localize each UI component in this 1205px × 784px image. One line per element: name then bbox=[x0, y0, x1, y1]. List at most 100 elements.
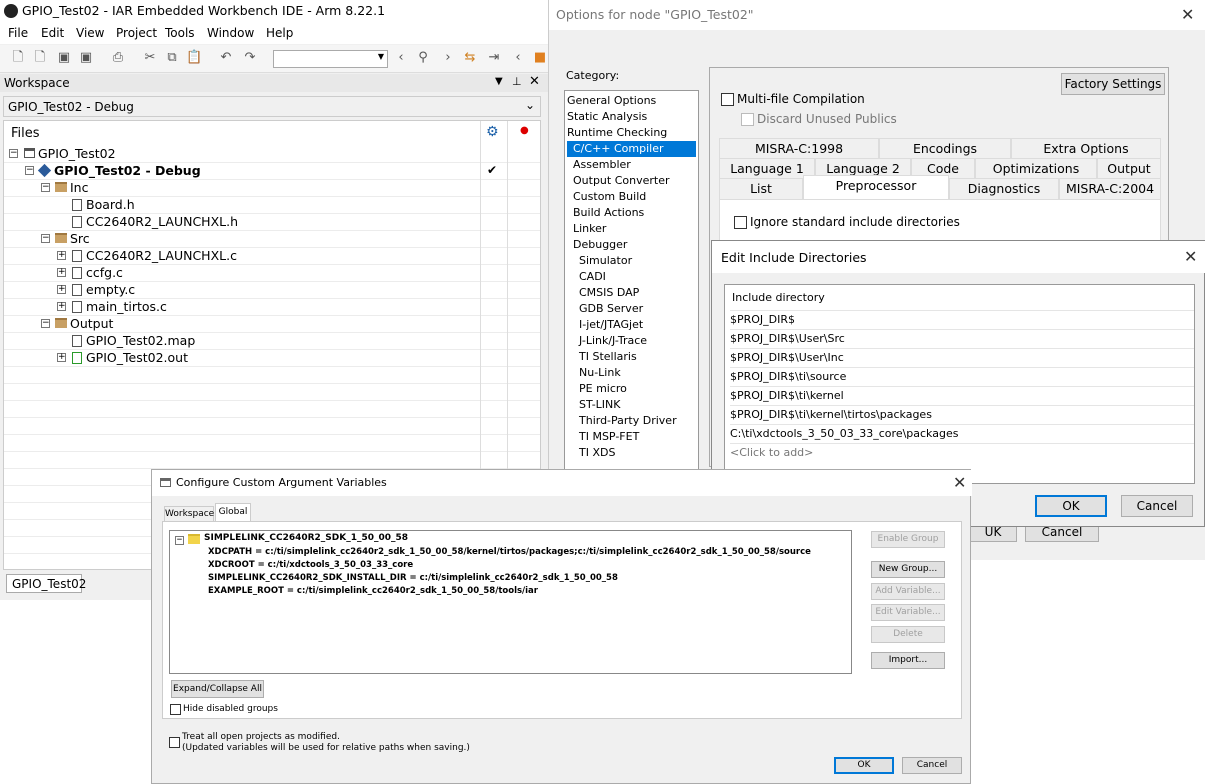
replace-icon[interactable]: ⇆ bbox=[462, 50, 478, 66]
category-item[interactable]: TI Stellaris bbox=[579, 349, 637, 365]
menu-file[interactable]: File bbox=[8, 26, 28, 40]
collapse-icon[interactable]: − bbox=[175, 536, 184, 545]
tree-row-board-h[interactable]: Board.h bbox=[4, 196, 540, 213]
copy-icon[interactable]: ⧉ bbox=[164, 50, 180, 66]
category-item[interactable]: Assembler bbox=[573, 157, 631, 173]
include-row[interactable]: $PROJ_DIR$\ti\kernel bbox=[730, 386, 1194, 405]
paste-icon[interactable]: 📋 bbox=[186, 50, 202, 66]
tab-language-1[interactable]: Language 1 bbox=[719, 158, 815, 180]
bookmark-icon[interactable]: ■ bbox=[532, 50, 548, 66]
menu-help[interactable]: Help bbox=[266, 26, 293, 40]
tree-row-output[interactable]: − Output bbox=[4, 315, 540, 332]
include-cancel-button[interactable]: Cancel bbox=[1121, 495, 1193, 517]
args-cancel-button[interactable]: Cancel bbox=[902, 757, 962, 774]
category-item[interactable]: Linker bbox=[573, 221, 606, 237]
category-item[interactable]: CADI bbox=[579, 269, 606, 285]
tree-row-inc[interactable]: − Inc bbox=[4, 179, 540, 196]
tree-row-project[interactable]: − GPIO_Test02 - Debug ✔ bbox=[4, 162, 540, 179]
treat-all-checkbox[interactable] bbox=[169, 737, 180, 748]
new-group-button[interactable]: New Group... bbox=[871, 561, 945, 578]
expand-icon[interactable]: + bbox=[57, 251, 66, 260]
settings-icon[interactable]: ⚙ bbox=[486, 124, 499, 140]
args-ok-button[interactable]: OK bbox=[834, 757, 894, 774]
variable-example-root[interactable]: EXAMPLE_ROOT = c:/ti/simplelink_cc2640r2… bbox=[208, 586, 538, 596]
category-item[interactable]: C/C++ Compiler bbox=[567, 141, 696, 157]
category-item[interactable]: Build Actions bbox=[573, 205, 644, 221]
category-item[interactable]: ST-LINK bbox=[579, 397, 620, 413]
collapse-icon[interactable]: − bbox=[9, 149, 18, 158]
import-button[interactable]: Import... bbox=[871, 652, 945, 669]
expand-icon[interactable]: + bbox=[57, 302, 66, 311]
tab-optimizations[interactable]: Optimizations bbox=[975, 158, 1097, 180]
tree-row-main-tirtos-c[interactable]: + main_tirtos.c bbox=[4, 298, 540, 315]
tab-extra-options[interactable]: Extra Options bbox=[1011, 138, 1161, 160]
close-icon[interactable]: ✕ bbox=[1184, 249, 1197, 265]
include-row[interactable]: $PROJ_DIR$ bbox=[730, 310, 1194, 329]
include-row[interactable]: C:\ti\xdctools_3_50_03_33_core\packages bbox=[730, 424, 1194, 443]
new-file-icon[interactable]: 🗋 bbox=[10, 50, 26, 66]
goto-icon[interactable]: ⇥ bbox=[486, 50, 502, 66]
nav-back-icon[interactable]: ‹ bbox=[510, 50, 526, 66]
edit-variable-button[interactable]: Edit Variable... bbox=[871, 604, 945, 621]
category-item[interactable]: Custom Build bbox=[573, 189, 646, 205]
tab-workspace[interactable]: Workspace bbox=[164, 506, 214, 522]
workspace-bottom-tab[interactable]: GPIO_Test02 bbox=[6, 574, 86, 593]
pin-icon[interactable]: ⊥ bbox=[512, 75, 522, 88]
expand-icon[interactable]: + bbox=[57, 353, 66, 362]
menu-view[interactable]: View bbox=[76, 26, 104, 40]
variable-xdcpath[interactable]: XDCPATH = c:/ti/simplelink_cc2640r2_sdk_… bbox=[208, 547, 811, 557]
tree-row-workspace[interactable]: − GPIO_Test02 bbox=[4, 145, 540, 162]
close-icon[interactable]: ✕ bbox=[953, 475, 966, 491]
include-ok-button[interactable]: OK bbox=[1035, 495, 1107, 517]
save-icon[interactable]: ▣ bbox=[56, 50, 72, 66]
tab-encodings[interactable]: Encodings bbox=[879, 138, 1011, 160]
ignore-std-checkbox[interactable] bbox=[734, 216, 747, 229]
category-item[interactable]: J-Link/J-Trace bbox=[579, 333, 647, 349]
dropdown-icon[interactable]: ▼ bbox=[495, 76, 503, 87]
variable-xdcroot[interactable]: XDCROOT = c:/ti/xdctools_3_50_03_33_core bbox=[208, 560, 413, 570]
multifile-checkbox[interactable] bbox=[721, 93, 734, 106]
collapse-icon[interactable]: − bbox=[41, 234, 50, 243]
menu-project[interactable]: Project bbox=[116, 26, 157, 40]
collapse-icon[interactable]: − bbox=[41, 183, 50, 192]
expand-collapse-button[interactable]: Expand/Collapse All bbox=[171, 680, 264, 698]
category-item[interactable]: GDB Server bbox=[579, 301, 643, 317]
variable-sdk-install-dir[interactable]: SIMPLELINK_CC2640R2_SDK_INSTALL_DIR = c:… bbox=[208, 573, 618, 583]
discard-unused-checkbox[interactable] bbox=[741, 113, 754, 126]
close-icon[interactable]: ✕ bbox=[529, 74, 540, 89]
tree-row-launchxl-h[interactable]: CC2640R2_LAUNCHXL.h bbox=[4, 213, 540, 230]
category-item[interactable]: TI XDS bbox=[579, 445, 615, 461]
category-item[interactable]: Third-Party Driver bbox=[579, 413, 677, 429]
tree-row-map[interactable]: GPIO_Test02.map bbox=[4, 332, 540, 349]
collapse-icon[interactable]: − bbox=[25, 166, 34, 175]
category-item[interactable]: Nu-Link bbox=[579, 365, 621, 381]
tab-misra-1998[interactable]: MISRA-C:1998 bbox=[719, 138, 879, 160]
undo-icon[interactable]: ↶ bbox=[218, 50, 234, 66]
close-icon[interactable]: ✕ bbox=[1181, 7, 1194, 23]
category-item[interactable]: Runtime Checking bbox=[567, 125, 667, 141]
menu-edit[interactable]: Edit bbox=[41, 26, 64, 40]
forward-icon[interactable]: › bbox=[440, 50, 456, 66]
category-item[interactable]: CMSIS DAP bbox=[579, 285, 639, 301]
category-item[interactable]: General Options bbox=[567, 93, 656, 109]
menu-tools[interactable]: Tools bbox=[165, 26, 195, 40]
tab-preprocessor[interactable]: Preprocessor bbox=[803, 175, 949, 200]
include-row[interactable]: $PROJ_DIR$\ti\kernel\tirtos\packages bbox=[730, 405, 1194, 424]
config-select[interactable]: GPIO_Test02 - Debug ⌄ bbox=[3, 96, 541, 117]
back-icon[interactable]: ‹ bbox=[393, 50, 409, 66]
delete-button[interactable]: Delete bbox=[871, 626, 945, 643]
category-item[interactable]: Simulator bbox=[579, 253, 632, 269]
tree-row-empty-c[interactable]: + empty.c bbox=[4, 281, 540, 298]
tree-row-src[interactable]: − Src bbox=[4, 230, 540, 247]
include-row[interactable]: $PROJ_DIR$\User\Inc bbox=[730, 348, 1194, 367]
open-file-icon[interactable]: 🗋 bbox=[32, 50, 48, 66]
cut-icon[interactable]: ✂ bbox=[142, 50, 158, 66]
tab-diagnostics[interactable]: Diagnostics bbox=[949, 178, 1059, 200]
include-row[interactable]: $PROJ_DIR$\ti\source bbox=[730, 367, 1194, 386]
expand-icon[interactable]: + bbox=[57, 285, 66, 294]
tab-list[interactable]: List bbox=[719, 178, 803, 200]
save-all-icon[interactable]: ▣ bbox=[78, 50, 94, 66]
tab-output[interactable]: Output bbox=[1097, 158, 1161, 180]
category-item[interactable]: Output Converter bbox=[573, 173, 670, 189]
collapse-icon[interactable]: − bbox=[41, 319, 50, 328]
